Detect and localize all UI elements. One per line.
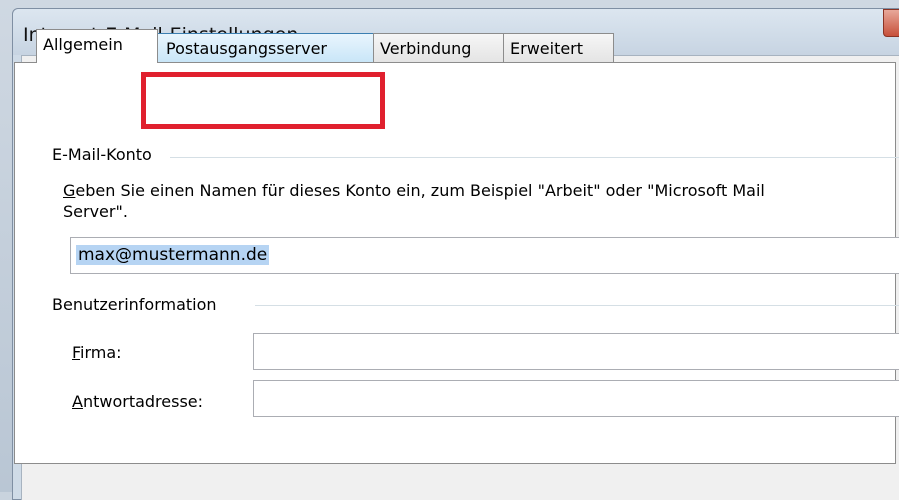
tab-label: Allgemein bbox=[43, 35, 123, 54]
email-account-group-label: E-Mail-Konto bbox=[52, 145, 158, 164]
accelerator-char: G bbox=[63, 181, 76, 200]
account-name-description: Geben Sie einen Namen für dieses Konto e… bbox=[63, 180, 899, 222]
group-divider bbox=[255, 305, 899, 306]
account-name-value: max@mustermann.de bbox=[76, 245, 270, 265]
annotation-highlight-box bbox=[141, 72, 385, 129]
description-line1: eben Sie einen Namen für dieses Konto ei… bbox=[75, 181, 765, 200]
description-line2: Server". bbox=[63, 202, 128, 221]
tab-label: Verbindung bbox=[380, 39, 472, 58]
tab-postausgangsserver[interactable]: Postausgangsserver bbox=[157, 33, 374, 62]
tab-allgemein[interactable]: Allgemein bbox=[36, 29, 158, 63]
user-info-group-label: Benutzerinformation bbox=[52, 295, 223, 314]
close-button[interactable] bbox=[883, 9, 899, 37]
company-input[interactable] bbox=[253, 333, 899, 370]
tab-label: Erweitert bbox=[510, 39, 584, 58]
tab-label: Postausgangsserver bbox=[166, 39, 327, 58]
reply-address-input[interactable] bbox=[253, 380, 899, 417]
group-divider bbox=[170, 157, 899, 158]
tab-verbindung[interactable]: Verbindung bbox=[373, 33, 504, 62]
company-label: Firma: bbox=[72, 343, 122, 362]
reply-address-label: Antwortadresse: bbox=[72, 392, 204, 411]
tab-erweitert[interactable]: Erweitert bbox=[503, 33, 614, 62]
account-name-input[interactable]: max@mustermann.de bbox=[70, 237, 899, 274]
